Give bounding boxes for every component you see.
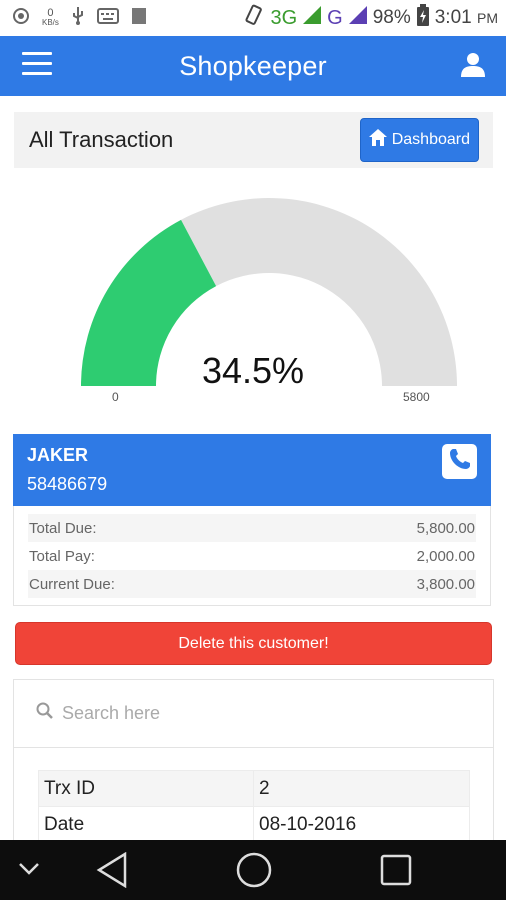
summary-row-total-due: Total Due: 5,800.00	[28, 514, 476, 542]
usb-icon	[71, 6, 85, 30]
user-icon[interactable]	[460, 52, 486, 80]
home-icon[interactable]	[236, 852, 272, 893]
search-bar	[14, 680, 493, 748]
customer-phone: 58486679	[27, 474, 108, 494]
transaction-table: Trx ID 2 Date 08-10-2016	[38, 770, 470, 843]
summary-box: Total Due: 5,800.00 Total Pay: 2,000.00 …	[13, 506, 491, 606]
back-icon[interactable]	[96, 851, 128, 893]
summary-label: Total Pay:	[29, 547, 95, 565]
recents-icon[interactable]	[380, 854, 412, 891]
table-value: 08-10-2016	[253, 806, 470, 843]
dashboard-button[interactable]: Dashboard	[359, 118, 479, 162]
summary-row-total-pay: Total Pay: 2,000.00	[28, 542, 476, 570]
summary-row-current-due: Current Due: 3,800.00	[28, 570, 476, 598]
chevron-down-icon[interactable]	[18, 862, 40, 881]
table-row: Trx ID 2	[38, 770, 470, 807]
search-input[interactable]	[62, 703, 462, 724]
app-bar: Shopkeeper	[0, 36, 506, 96]
speed-unit: KB/s	[42, 18, 59, 27]
app-title: Shopkeeper	[179, 50, 327, 81]
sd-card-icon	[131, 7, 147, 30]
battery-percent: 98%	[372, 7, 411, 28]
clock: 3:01 PM	[435, 7, 498, 29]
phone-icon	[448, 447, 472, 476]
clock-ampm: PM	[477, 10, 498, 26]
section-header: All Transaction Dashboard	[14, 112, 493, 168]
system-nav-bar	[0, 840, 506, 900]
keyboard-icon	[96, 7, 119, 29]
signal-icon-1	[303, 6, 322, 30]
status-bar: 0 KB/s 3G G 98% 3:01 PM	[0, 0, 506, 36]
vibrate-icon	[242, 4, 264, 32]
data-speed-indicator: 0 KB/s	[42, 8, 59, 28]
page-title: All Transaction	[29, 127, 174, 152]
due-gauge: 34.5% 0 5800	[0, 180, 506, 420]
call-button[interactable]	[442, 444, 477, 479]
gauge-max-label: 5800	[403, 390, 430, 404]
gauge-min-label: 0	[112, 390, 119, 404]
summary-value: 5,800.00	[416, 519, 475, 537]
home-icon	[368, 129, 387, 151]
summary-label: Current Due:	[29, 575, 115, 593]
gauge-percentage: 34.5%	[201, 350, 305, 391]
summary-value: 2,000.00	[416, 547, 475, 565]
location-icon	[12, 7, 30, 30]
battery-icon	[416, 4, 429, 32]
table-value: 2	[253, 770, 470, 807]
network-type-2: G	[327, 6, 343, 29]
summary-value: 3,800.00	[416, 575, 475, 593]
dashboard-label: Dashboard	[391, 131, 470, 148]
speed-value: 0	[47, 7, 54, 19]
delete-customer-button[interactable]: Delete this customer!	[15, 622, 492, 665]
signal-icon-2	[348, 6, 367, 30]
table-key: Date	[38, 806, 254, 843]
table-row: Date 08-10-2016	[38, 806, 470, 843]
summary-label: Total Due:	[29, 519, 97, 537]
search-icon	[36, 702, 54, 725]
hamburger-menu-icon[interactable]	[22, 52, 52, 78]
customer-card: JAKER 58486679	[13, 434, 491, 506]
network-type-1: 3G	[270, 6, 298, 29]
transaction-card: Trx ID 2 Date 08-10-2016	[13, 679, 494, 843]
customer-name: JAKER	[27, 445, 89, 465]
table-key: Trx ID	[38, 770, 254, 807]
clock-time: 3:01	[434, 7, 472, 28]
